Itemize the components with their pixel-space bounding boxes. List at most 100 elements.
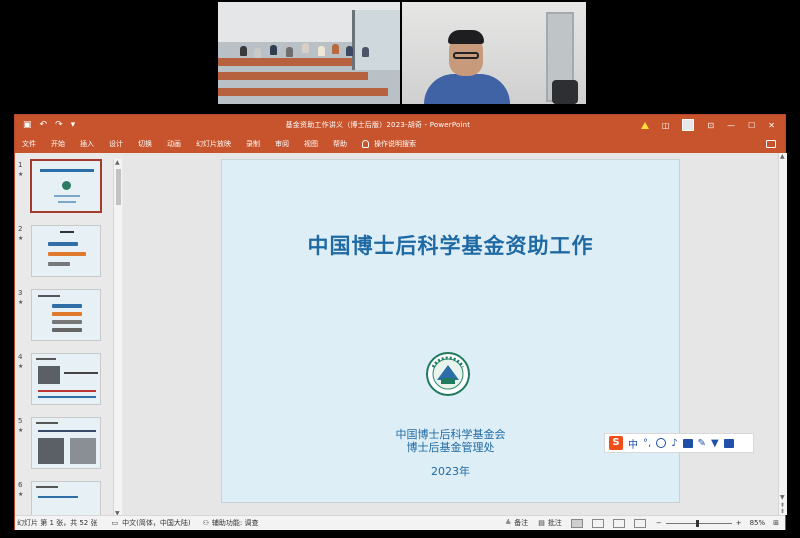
normal-view-button[interactable] [570,518,583,528]
zoom-slider-knob[interactable] [695,519,699,527]
scroll-up-icon[interactable]: ▲ [780,153,785,160]
coauthor-icon[interactable]: ◫ [662,121,670,130]
scroll-up-icon[interactable]: ▲ [115,159,120,166]
undo-icon[interactable]: ↶ [40,120,48,130]
zoom-in-button[interactable]: + [736,519,742,527]
quick-access-toolbar: ▣ ↶ ↷ ▾ [15,120,115,130]
thumb-text [38,396,96,398]
tell-me-search[interactable]: 操作说明搜索 [362,139,416,149]
video-tile-audience[interactable] [218,2,400,104]
thumbnail-row[interactable]: 4 ★ [15,353,115,409]
customize-icon[interactable]: ▾ [71,120,76,130]
slideshow-button[interactable] [633,518,646,528]
thumbnail-slide-2[interactable] [31,225,101,277]
star-icon: ★ [18,299,24,306]
skin-icon[interactable]: ▼ [711,438,719,449]
thumb-bar [48,242,78,246]
thumb-text [54,195,80,197]
accessibility-status[interactable]: 辅助功能: 调查 [212,518,259,528]
slide-sorter-button[interactable] [591,518,604,528]
audience-person [254,48,261,58]
zoom-slider[interactable] [665,519,732,527]
tab-slideshow[interactable]: 幻灯片放映 [196,139,231,149]
thumbnail-row[interactable]: 3 ★ [15,289,115,345]
next-slide-icon[interactable]: ⇟ [780,508,785,515]
slide-scrollbar[interactable]: ▲ ▼ ⇞ ⇟ [778,153,787,515]
minimize-icon[interactable]: — [727,121,735,130]
thumbnail-slide-6[interactable] [31,481,101,515]
thumb-bar [48,262,70,266]
slide-title[interactable]: 中国博士后科学基金资助工作 [222,230,679,260]
room-desk [218,58,352,66]
zoom-level[interactable]: 85% [750,519,766,527]
slide-canvas[interactable]: 中国博士后科学基金资助工作 中国博士后科学基金会 博士后基金管理处 2023年 [123,153,778,515]
microphone-icon[interactable]: ♪ [671,438,677,449]
tab-review[interactable]: 审阅 [275,139,289,149]
thumbnail-slide-1[interactable] [30,159,102,213]
ribbon-display-icon[interactable]: ⊡ [707,121,714,130]
audience-person [286,47,293,57]
language-indicator[interactable]: 中文(简体，中国大陆) [122,518,190,528]
thumbnail-row[interactable]: 2 ★ [15,225,115,281]
tab-record[interactable]: 录制 [246,139,260,149]
tab-design[interactable]: 设计 [109,139,123,149]
handwriting-icon[interactable]: ✎ [698,438,706,449]
sogou-logo-icon[interactable]: S [609,436,623,450]
keyboard-icon[interactable] [682,438,693,448]
scrollbar-thumb[interactable] [116,169,121,205]
avatar[interactable] [682,119,695,131]
slide-year[interactable]: 2023年 [222,463,679,479]
star-icon: ★ [18,171,24,178]
thumbnail-slide-4[interactable] [31,353,101,405]
thumbnail-slide-3[interactable] [31,289,101,341]
thumbnail-row[interactable]: 6 ★ [15,481,115,515]
scroll-down-icon[interactable]: ▼ [780,494,785,501]
tab-home[interactable]: 开始 [51,139,65,149]
emoji-icon[interactable] [656,438,667,448]
thumb-text [38,430,96,432]
thumb-logo [62,181,71,190]
thumb-bar [52,320,82,324]
title-bar: ▣ ↶ ↷ ▾ 基金资助工作讲义（博士后版）2023-胡奇 - PowerPoi… [15,115,785,135]
tab-insert[interactable]: 插入 [80,139,94,149]
thumbnail-slide-5[interactable] [31,417,101,469]
thumbnail-scrollbar[interactable]: ▲ ▼ [113,159,122,517]
toolbox-icon[interactable] [723,438,734,448]
spellcheck-icon[interactable]: ▭ [112,519,119,527]
window-title: 基金资助工作讲义（博士后版）2023-胡奇 - PowerPoint [285,121,471,129]
comments-status-icon[interactable]: ▤ [538,519,545,527]
maximize-icon[interactable]: ☐ [748,121,755,130]
close-icon[interactable]: ✕ [768,121,775,130]
redo-icon[interactable]: ↷ [55,120,63,130]
audience-person [362,47,369,57]
tab-animations[interactable]: 动画 [167,139,181,149]
comments-button[interactable]: 批注 [548,518,562,528]
save-icon[interactable]: ▣ [23,120,32,130]
accessibility-icon[interactable]: ⚇ [203,519,209,527]
thumbnail-row[interactable]: 5 ★ [15,417,115,473]
tab-help[interactable]: 帮助 [333,139,347,149]
thumbnail-number: 2 [18,225,23,233]
fit-slide-icon[interactable]: ⊞ [773,519,779,527]
audience-person [332,44,339,54]
tab-file[interactable]: 文件 [22,139,36,149]
thumbnail-row[interactable]: 1 ★ [15,159,115,217]
tab-transitions[interactable]: 切换 [138,139,152,149]
tab-view[interactable]: 视图 [304,139,318,149]
status-bar: 幻灯片 第 1 张，共 52 张 ▭ 中文(简体，中国大陆) ⚇ 辅助功能: 调… [15,515,785,530]
thumbnail-number: 3 [18,289,23,297]
zoom-out-button[interactable]: − [656,519,662,527]
thumb-heading [36,358,56,360]
ime-punctuation[interactable]: °, [643,438,651,449]
warning-icon[interactable] [640,121,649,129]
notes-icon[interactable]: ≜ [505,519,511,527]
notes-button[interactable]: 备注 [514,518,528,528]
room-desk [218,88,388,96]
reading-view-button[interactable] [612,518,625,528]
comments-icon[interactable] [766,140,776,148]
ime-toolbar[interactable]: S 中 °, ♪ ✎ ▼ [604,433,754,453]
thumb-text [64,372,98,374]
star-icon: ★ [18,363,24,370]
video-tile-speaker[interactable] [402,2,586,104]
ime-mode[interactable]: 中 [628,436,638,451]
